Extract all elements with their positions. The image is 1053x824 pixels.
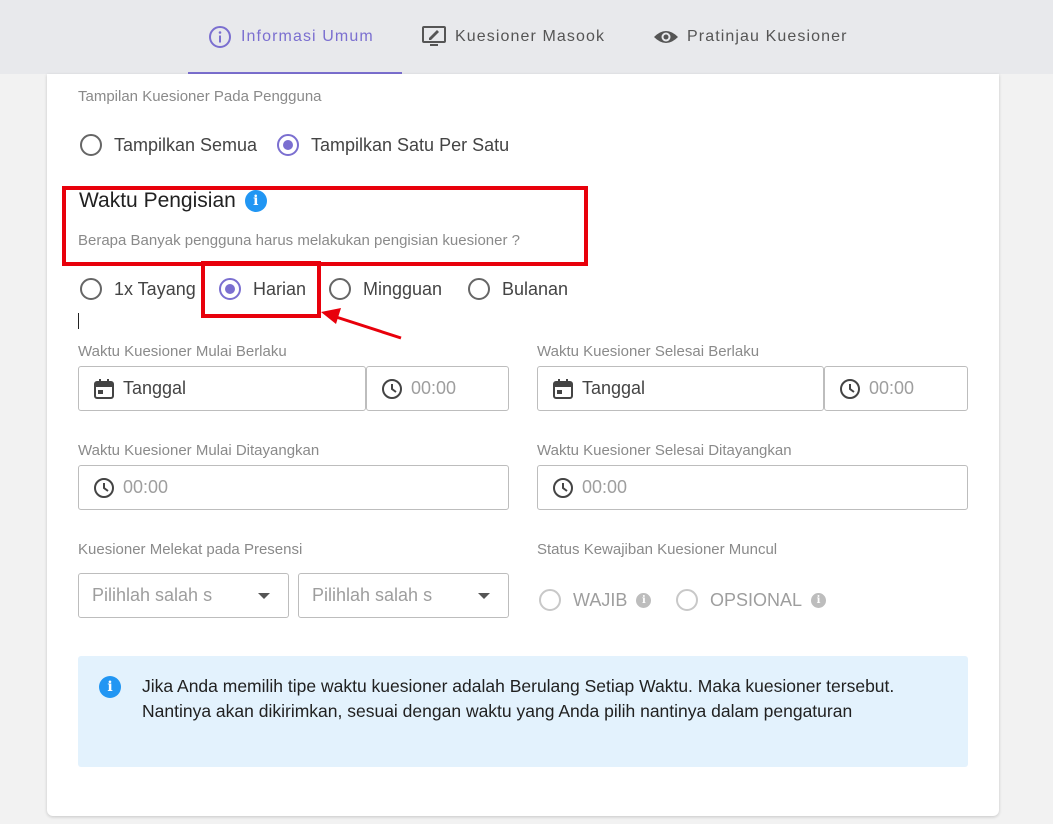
calendar-icon bbox=[552, 378, 574, 400]
tab-pratinjau-kuesioner[interactable]: Pratinjau Kuesioner bbox=[653, 0, 848, 74]
selesai-berlaku-label: Waktu Kuesioner Selesai Berlaku bbox=[537, 343, 760, 360]
mulai-ditayangkan-label: Waktu Kuesioner Mulai Ditayangkan bbox=[78, 442, 320, 459]
presensi-label: Kuesioner Melekat pada Presensi bbox=[78, 541, 303, 558]
select-placeholder: Pilihlah salah s bbox=[92, 585, 213, 605]
calendar-icon bbox=[93, 378, 115, 400]
radio-circle-checked bbox=[219, 278, 241, 300]
select-placeholder: Pilihlah salah s bbox=[312, 585, 433, 605]
tab-label: Informasi Umum bbox=[241, 28, 374, 45]
dropdown-arrow-icon bbox=[478, 593, 490, 599]
section-title: Waktu Pengisian bbox=[79, 189, 236, 212]
waktu-title: Waktu Pengisian i bbox=[79, 189, 267, 213]
radio-bulanan[interactable]: Bulanan bbox=[468, 278, 568, 300]
monitor-edit-icon bbox=[421, 24, 447, 50]
radio-1x-tayang[interactable]: 1x Tayang bbox=[80, 278, 196, 300]
presensi-select-1[interactable]: Pilihlah salah s bbox=[78, 573, 289, 618]
radio-circle-checked bbox=[277, 134, 299, 156]
radio-tampilkan-semua[interactable]: Tampilkan Semua bbox=[80, 134, 257, 156]
selesai-ditayangkan-label: Waktu Kuesioner Selesai Ditayangkan bbox=[537, 442, 792, 459]
clock-icon bbox=[839, 378, 861, 400]
radio-label: Tampilkan Semua bbox=[114, 134, 258, 155]
annotation-arrow-icon bbox=[321, 308, 402, 340]
top-tab-bar: Informasi Umum Kuesioner Masook Pratinja… bbox=[0, 0, 1053, 74]
display-mode-label: Tampilan Kuesioner Pada Pengguna bbox=[78, 88, 322, 105]
tab-kuesioner-masook[interactable]: Kuesioner Masook bbox=[421, 0, 605, 74]
selesai-berlaku-date-input[interactable]: Tanggal bbox=[537, 366, 824, 411]
status-label: Status Kewajiban Kuesioner Muncul bbox=[537, 541, 778, 558]
radio-wajib[interactable]: WAJIB i bbox=[539, 589, 652, 611]
radio-circle bbox=[80, 134, 102, 156]
info-icon[interactable]: i bbox=[811, 592, 827, 608]
radio-circle bbox=[539, 589, 561, 611]
radio-circle bbox=[329, 278, 351, 300]
radio-label: WAJIB bbox=[573, 589, 628, 610]
eye-icon bbox=[653, 24, 679, 50]
mulai-ditayangkan-time-input[interactable]: 00:00 bbox=[78, 465, 509, 510]
clock-icon bbox=[381, 378, 403, 400]
radio-label: Bulanan bbox=[502, 278, 569, 299]
time-placeholder: 00:00 bbox=[123, 477, 169, 497]
radio-opsional[interactable]: OPSIONAL i bbox=[676, 589, 827, 611]
clock-icon bbox=[93, 477, 115, 499]
tab-informasi-umum[interactable]: Informasi Umum bbox=[207, 0, 374, 74]
radio-label: Harian bbox=[253, 278, 307, 299]
time-placeholder: 00:00 bbox=[411, 378, 457, 398]
radio-label: Mingguan bbox=[363, 278, 443, 299]
radio-tampilkan-satu-per-satu[interactable]: Tampilkan Satu Per Satu bbox=[277, 134, 509, 156]
date-placeholder: Tanggal bbox=[582, 378, 646, 398]
presensi-select-2[interactable]: Pilihlah salah s bbox=[298, 573, 509, 618]
time-placeholder: 00:00 bbox=[869, 378, 915, 398]
info-icon[interactable]: i bbox=[244, 190, 267, 212]
tab-label: Pratinjau Kuesioner bbox=[687, 28, 848, 45]
info-alert-text: Jika Anda memilih tipe waktu kuesioner a… bbox=[142, 676, 895, 721]
radio-circle bbox=[468, 278, 490, 300]
selesai-berlaku-time-input[interactable]: 00:00 bbox=[824, 366, 968, 411]
text-cursor bbox=[78, 313, 79, 329]
radio-circle bbox=[676, 589, 698, 611]
info-icon[interactable]: i bbox=[636, 592, 652, 608]
radio-harian[interactable]: Harian bbox=[219, 278, 306, 300]
info-icon: i bbox=[99, 676, 121, 698]
radio-label: OPSIONAL bbox=[710, 589, 803, 610]
mulai-berlaku-date-input[interactable]: Tanggal bbox=[78, 366, 366, 411]
clock-icon bbox=[552, 477, 574, 499]
radio-circle bbox=[80, 278, 102, 300]
info-circle-icon bbox=[207, 24, 233, 50]
selesai-ditayangkan-time-input[interactable]: 00:00 bbox=[537, 465, 968, 510]
time-placeholder: 00:00 bbox=[582, 477, 628, 497]
mulai-berlaku-label: Waktu Kuesioner Mulai Berlaku bbox=[78, 343, 287, 360]
mulai-berlaku-time-input[interactable]: 00:00 bbox=[366, 366, 509, 411]
radio-label: 1x Tayang bbox=[114, 278, 196, 299]
radio-mingguan[interactable]: Mingguan bbox=[329, 278, 442, 300]
waktu-question: Berapa Banyak pengguna harus melakukan p… bbox=[78, 232, 520, 249]
tab-label: Kuesioner Masook bbox=[455, 28, 606, 45]
dropdown-arrow-icon bbox=[258, 593, 270, 599]
radio-label: Tampilkan Satu Per Satu bbox=[311, 134, 510, 155]
date-placeholder: Tanggal bbox=[123, 378, 187, 398]
